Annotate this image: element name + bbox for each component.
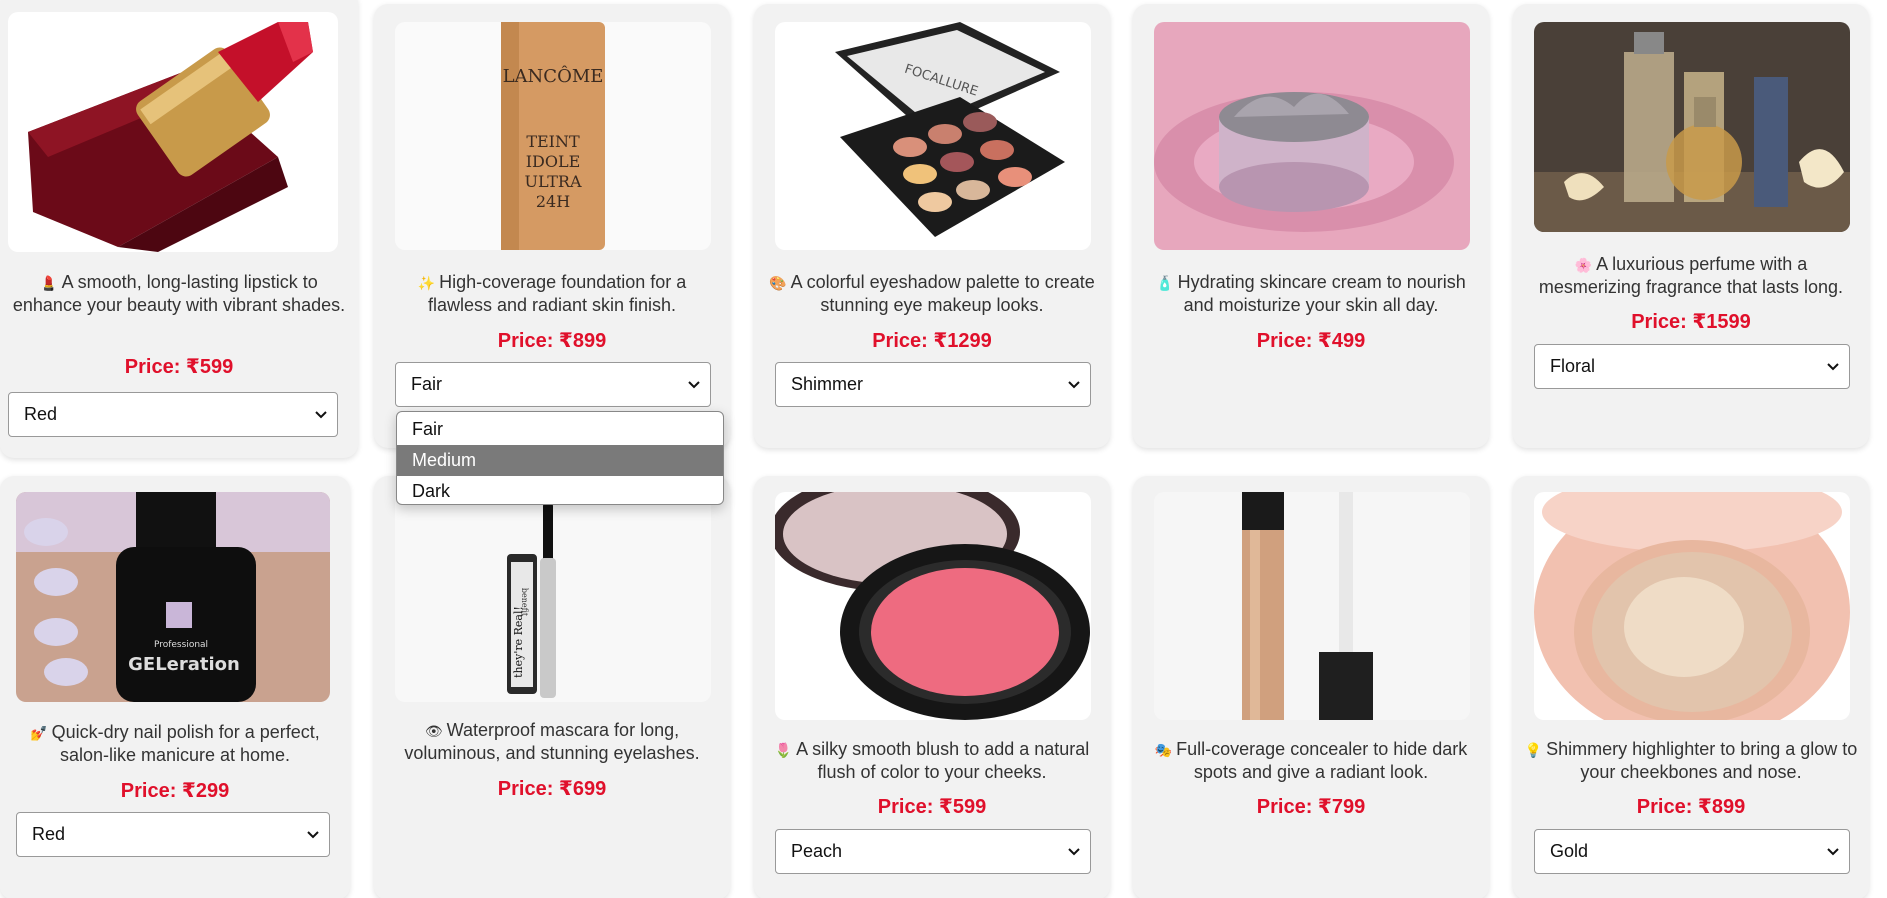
product-image-perfume [1534, 22, 1850, 232]
product-price: Price: ₹1599 [1631, 311, 1751, 333]
select-value: Peach [791, 841, 843, 861]
product-card-perfume: 🌸 A luxurious perfume with a mesmerizing … [1513, 4, 1869, 448]
light-bulb-emoji-icon: 💡 [1524, 743, 1543, 759]
product-price: Price: ₹899 [1636, 796, 1746, 818]
masks-emoji-icon: 🎭 [1154, 743, 1173, 759]
svg-text:ULTRA: ULTRA [524, 172, 582, 191]
product-card-highlighter: 💡 Shimmery highlighter to bring a glow to… [1513, 476, 1869, 898]
product-image-concealer [1154, 492, 1470, 720]
dropdown-option-medium[interactable]: Medium [397, 445, 723, 476]
palette-emoji-icon: 🎨 [769, 276, 787, 292]
product-description: 💡 Shimmery highlighter to bring a glow to… [1524, 739, 1858, 782]
product-image-lipstick [8, 12, 338, 252]
svg-text:IDOLE: IDOLE [526, 152, 581, 171]
product-price: Price: ₹699 [497, 778, 607, 800]
product-description: 💅 Quick-dry nail polish for a perfect, sa… [30, 722, 320, 765]
chevron-down-icon [307, 831, 319, 839]
chevron-down-icon [315, 411, 327, 419]
shade-dropdown-list: Fair Medium Dark [396, 411, 724, 505]
brand-text: LANCÔME [503, 64, 604, 87]
product-image-mascara: benefit they're Real! [395, 492, 711, 702]
product-description: 🎨 A colorful eyeshadow palette to create … [769, 272, 1095, 315]
product-image-cream [1154, 22, 1470, 250]
product-image-nail-polish: Professional GELeration [16, 492, 330, 702]
flower-emoji-icon: 🌸 [1574, 258, 1593, 274]
select-value: Floral [1550, 356, 1596, 376]
product-description: 🌸 A luxurious perfume with a mesmerizing … [1538, 254, 1844, 297]
tone-select[interactable]: Gold [1534, 829, 1850, 874]
product-price: Price: ₹799 [1256, 796, 1366, 818]
nail-polish-emoji-icon: 💅 [30, 726, 48, 742]
product-image-highlighter [1534, 492, 1850, 720]
product-price: Price: ₹299 [120, 780, 230, 802]
product-card-eyeshadow: FOCALLURE 🎨 A colorful eyeshadow palette … [754, 4, 1110, 448]
lotion-emoji-icon: 🧴 [1156, 276, 1174, 292]
shade-select[interactable]: Fair [395, 362, 711, 407]
select-value: Shimmer [791, 374, 864, 394]
chevron-down-icon [1827, 848, 1839, 856]
chevron-down-icon [1068, 848, 1080, 856]
svg-text:they're Real!: they're Real! [512, 606, 525, 678]
product-description: 👁 Waterproof mascara for long, voluminous… [404, 720, 700, 763]
product-card-nail-polish: Professional GELeration 💅 Quick-dry nail … [0, 476, 350, 898]
dropdown-option-fair[interactable]: Fair [397, 414, 723, 445]
select-value: Gold [1550, 841, 1589, 861]
product-card-lipstick: 💄 A smooth, long-lasting lipstick to enha… [0, 0, 358, 458]
product-image-eyeshadow: FOCALLURE [775, 22, 1091, 250]
tulip-emoji-icon: 🌷 [774, 743, 793, 759]
chevron-down-icon [1827, 363, 1839, 371]
product-card-blush: 🌷 A silky smooth blush to add a natural f… [754, 476, 1110, 898]
svg-text:Professional: Professional [154, 640, 208, 650]
product-card-cream: 🧴 Hydrating skincare cream to nourish and… [1133, 4, 1489, 448]
product-price: Price: ₹899 [497, 330, 607, 352]
select-value: Fair [411, 374, 442, 394]
finish-select[interactable]: Shimmer [775, 362, 1091, 407]
product-image-foundation: LANCÔME TEINT IDOLE ULTRA 24H [395, 22, 711, 250]
eye-emoji-icon: 👁 [424, 724, 443, 740]
chevron-down-icon [688, 381, 700, 389]
product-card-concealer: 🎭 Full-coverage concealer to hide dark sp… [1133, 476, 1489, 898]
lipstick-emoji-icon: 💄 [40, 276, 58, 292]
product-description: 🎭 Full-coverage concealer to hide dark sp… [1154, 739, 1468, 782]
svg-text:TEINT: TEINT [526, 132, 580, 151]
product-price: Price: ₹499 [1256, 330, 1366, 352]
svg-text:GELeration: GELeration [128, 654, 240, 675]
chevron-down-icon [1068, 381, 1080, 389]
product-price: Price: ₹599 [877, 796, 987, 818]
shade-select[interactable]: Peach [775, 829, 1091, 874]
select-value: Red [32, 824, 66, 844]
color-select[interactable]: Red [8, 392, 338, 437]
svg-text:24H: 24H [536, 192, 570, 211]
dropdown-option-dark[interactable]: Dark [397, 476, 723, 507]
product-description: 💄 A smooth, long-lasting lipstick to enha… [12, 272, 346, 315]
fragrance-select[interactable]: Floral [1534, 344, 1850, 389]
product-image-blush [775, 492, 1091, 720]
sparkles-emoji-icon: ✨ [417, 276, 436, 292]
product-card-mascara: benefit they're Real! 👁 Waterproof mascar… [374, 476, 730, 898]
product-card-foundation: LANCÔME TEINT IDOLE ULTRA 24H ✨ High-cove… [374, 4, 730, 448]
product-description: 🌷 A silky smooth blush to add a natural f… [774, 739, 1090, 782]
product-description: ✨ High-coverage foundation for a flawless… [417, 272, 687, 315]
color-select[interactable]: Red [16, 812, 330, 857]
product-price: Price: ₹1299 [872, 330, 992, 352]
product-description: 🧴 Hydrating skincare cream to nourish and… [1156, 272, 1466, 315]
product-price: Price: ₹599 [124, 356, 234, 378]
select-value: Red [24, 404, 58, 424]
